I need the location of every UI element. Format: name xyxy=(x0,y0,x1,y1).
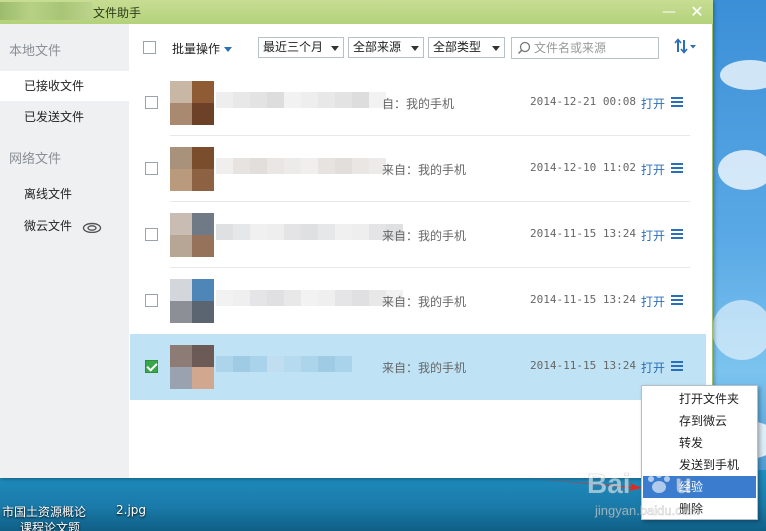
row-date: 2014-11-15 13:24 xyxy=(530,359,636,372)
source-filter-value: 全部来源 xyxy=(353,40,402,54)
sidebar-header-network: 网络文件 xyxy=(9,152,62,167)
row-source: 来自：我的手机 xyxy=(382,361,467,375)
row-menu-icon[interactable] xyxy=(671,97,683,107)
desktop-cloud xyxy=(718,150,766,190)
file-row[interactable]: 来自：我的手机 2014-11-15 13:24 打开 xyxy=(130,268,706,334)
svg-text:Bai: Bai xyxy=(587,468,631,499)
ctx-save-to-weiyun[interactable]: 存到微云 xyxy=(643,410,756,432)
file-thumbnail-blurred xyxy=(170,213,214,257)
file-row[interactable]: 来自：我的手机 2014-12-10 11:02 打开 xyxy=(130,136,706,202)
window-title: 文件助手 xyxy=(93,6,142,20)
file-name-blurred xyxy=(216,158,386,174)
sidebar-item-sent[interactable]: 已发送文件 xyxy=(0,102,129,132)
chevron-down-icon xyxy=(411,46,419,51)
row-source: 来自：我的手机 xyxy=(382,229,467,243)
batch-operation-button[interactable]: 批量操作 xyxy=(172,40,233,57)
row-checkbox[interactable] xyxy=(145,162,158,175)
file-name-blurred xyxy=(216,92,386,108)
source-filter-select[interactable]: 全部来源 xyxy=(348,37,424,58)
file-thumbnail-blurred xyxy=(170,279,214,323)
desktop-cloud xyxy=(720,60,766,90)
row-checkbox-checked[interactable] xyxy=(145,360,158,373)
batch-operation-label: 批量操作 xyxy=(172,42,221,56)
open-button[interactable]: 打开 xyxy=(641,293,665,310)
search-input[interactable] xyxy=(534,39,654,57)
row-menu-icon[interactable] xyxy=(671,361,683,371)
chevron-down-icon xyxy=(224,47,233,52)
row-date: 2014-11-15 13:24 xyxy=(530,293,636,306)
sidebar: 本地文件 已接收文件 已发送文件 网络文件 离线文件 微云文件 xyxy=(0,24,129,478)
svg-text:u: u xyxy=(675,468,692,499)
file-thumbnail-blurred xyxy=(170,81,214,125)
type-filter-select[interactable]: 全部类型 xyxy=(428,37,505,58)
file-row[interactable]: 自：我的手机 2014-12-21 00:08 打开 xyxy=(130,70,706,136)
time-filter-value: 最近三个月 xyxy=(263,40,324,54)
row-menu-icon[interactable] xyxy=(671,295,683,305)
desktop-file-label[interactable]: 课程论文题 xyxy=(20,519,80,531)
row-menu-icon[interactable] xyxy=(671,229,683,239)
row-checkbox[interactable] xyxy=(145,96,158,109)
open-button[interactable]: 打开 xyxy=(641,161,665,178)
ctx-forward[interactable]: 转发 xyxy=(643,432,756,454)
minimize-button[interactable]: — xyxy=(658,2,680,22)
row-menu-icon[interactable] xyxy=(671,163,683,173)
baidu-watermark-logo: Bai u jingyan.baidu.com xyxy=(587,468,700,519)
row-source: 来自：我的手机 xyxy=(382,163,467,177)
sidebar-item-weiyun-label: 微云文件 xyxy=(24,219,73,233)
close-button[interactable]: ✕ xyxy=(686,2,708,22)
row-checkbox[interactable] xyxy=(145,294,158,307)
select-all-checkbox[interactable] xyxy=(143,41,156,54)
file-name-blurred xyxy=(216,224,403,240)
search-box[interactable] xyxy=(511,37,659,59)
title-bar[interactable]: 文件助手 — ✕ xyxy=(0,0,713,24)
type-filter-value: 全部类型 xyxy=(433,40,482,54)
sidebar-item-offline[interactable]: 离线文件 xyxy=(0,179,129,209)
time-filter-select[interactable]: 最近三个月 xyxy=(258,37,344,58)
row-checkbox[interactable] xyxy=(145,228,158,241)
sidebar-item-received[interactable]: 已接收文件 xyxy=(0,71,129,101)
row-date: 2014-12-10 11:02 xyxy=(530,161,636,174)
file-name-blurred xyxy=(216,356,352,372)
row-date: 2014-11-15 13:24 xyxy=(530,227,636,240)
desktop-file-label[interactable]: 市国土资源概论 xyxy=(2,503,86,520)
file-thumbnail-blurred xyxy=(170,147,214,191)
chevron-down-icon xyxy=(492,46,500,51)
chevron-down-icon xyxy=(331,46,339,51)
sidebar-item-weiyun[interactable]: 微云文件 xyxy=(0,211,129,241)
toolbar: 批量操作 最近三个月 全部来源 全部类型 xyxy=(129,24,713,70)
open-button[interactable]: 打开 xyxy=(641,227,665,244)
ctx-open-folder[interactable]: 打开文件夹 xyxy=(643,388,756,410)
open-button[interactable]: 打开 xyxy=(641,359,665,376)
file-assistant-window: 文件助手 — ✕ 本地文件 已接收文件 已发送文件 网络文件 离线文件 微云文件… xyxy=(0,0,713,478)
open-button[interactable]: 打开 xyxy=(641,95,665,112)
svg-text:jingyan.baidu.com: jingyan.baidu.com xyxy=(594,503,700,518)
file-name-blurred xyxy=(216,290,403,306)
file-thumbnail-blurred xyxy=(170,345,214,389)
row-source: 自：我的手机 xyxy=(382,97,455,111)
sort-icon xyxy=(674,38,696,54)
weiyun-cloud-icon xyxy=(82,222,102,233)
sort-button[interactable] xyxy=(674,38,698,57)
file-row-selected[interactable]: 来自：我的手机 2014-11-15 13:24 打开 xyxy=(130,334,706,400)
title-avatar-blurred xyxy=(0,2,92,20)
row-date: 2014-12-21 00:08 xyxy=(530,95,636,108)
file-row[interactable]: 来自：我的手机 2014-11-15 13:24 打开 xyxy=(130,202,706,268)
sidebar-header-local: 本地文件 xyxy=(9,44,62,59)
desktop-file-label[interactable]: 2.jpg xyxy=(116,503,146,517)
desktop-files: 市国土资源概论 2.jpg 课程论文题 xyxy=(0,501,200,531)
row-source: 来自：我的手机 xyxy=(382,295,467,309)
search-icon xyxy=(517,41,531,55)
desktop-cloud xyxy=(712,300,766,360)
